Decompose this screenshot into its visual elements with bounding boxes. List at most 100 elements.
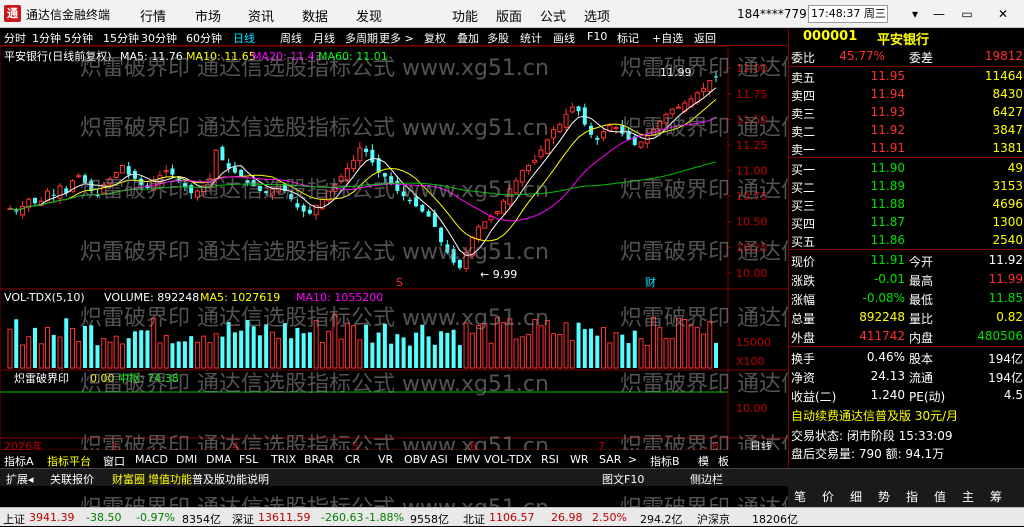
ext-tab-3[interactable]: 增值功能	[148, 471, 192, 487]
indicator-tab-20[interactable]: 模	[698, 453, 709, 469]
menu-gongneng[interactable]: 功能	[452, 6, 478, 25]
menu-faxian[interactable]: 发现	[356, 6, 382, 25]
bz-index-label[interactable]: 北证	[463, 511, 485, 527]
quote-tab-6[interactable]: 主	[962, 488, 974, 505]
indicator-tab-9[interactable]: CR	[345, 453, 360, 466]
vol-bar	[701, 333, 707, 369]
minimize-icon[interactable]: —	[928, 4, 950, 24]
indicator-tab-5[interactable]: DMA	[206, 453, 232, 466]
toolbar-item-8[interactable]: 月线	[313, 30, 335, 46]
indicator-tab-15[interactable]: RSI	[541, 453, 559, 466]
indicator-tab-10[interactable]: VR	[378, 453, 393, 466]
stock-code[interactable]: 000001	[803, 29, 857, 44]
vol-bar	[395, 334, 400, 368]
ext-tab-5[interactable]: 图文F10	[602, 471, 644, 487]
vol-label-1: MA5: 1027619	[200, 291, 280, 304]
toolbar-item-15[interactable]: 画线	[553, 30, 575, 46]
vol-bar	[501, 322, 507, 369]
quote-tab-1[interactable]: 价	[822, 488, 834, 505]
indicator-tab-2[interactable]: 窗口	[103, 453, 125, 469]
vol-bar	[688, 324, 694, 369]
indicator-tab-13[interactable]: EMV	[456, 453, 480, 466]
indicator-tab-16[interactable]: WR	[570, 453, 589, 466]
toolbar-item-11[interactable]: 复权	[424, 30, 446, 46]
menu-xuanxiang[interactable]: 选项	[584, 6, 610, 25]
toolbar-item-0[interactable]: 分时	[4, 30, 26, 46]
indicator-tab-6[interactable]: FSL	[239, 453, 258, 466]
toolbar-item-1[interactable]: 1分钟	[32, 30, 61, 46]
vol-bar	[213, 333, 219, 369]
ext-tab-4[interactable]: 普及版功能说明	[192, 471, 269, 487]
ext-tab-1[interactable]: 关联报价	[50, 471, 94, 487]
toolbar-item-16[interactable]: F10	[587, 30, 607, 43]
toolbar-item-6[interactable]: 日线	[233, 30, 255, 46]
toolbar-item-17[interactable]: 标记	[617, 30, 639, 46]
candle-body	[170, 168, 175, 175]
ask-label: 卖一	[791, 143, 816, 157]
quote-tab-3[interactable]: 势	[878, 488, 890, 505]
toolbar-item-4[interactable]: 30分钟	[141, 30, 177, 46]
ext-tab-0[interactable]: 扩展◂	[6, 471, 34, 487]
dropdown-icon[interactable]: ▾	[904, 4, 926, 24]
vol-bar	[220, 336, 225, 368]
toolbar-item-3[interactable]: 15分钟	[103, 30, 139, 46]
toolbar-item-18[interactable]: +自选	[652, 30, 683, 46]
candle-body	[501, 200, 507, 215]
toolbar-item-19[interactable]: 返回	[694, 30, 716, 46]
candle-body	[76, 175, 82, 178]
menu-shuju[interactable]: 数据	[302, 6, 328, 25]
kline-chart[interactable]: 12.00 11.75 11.50 11.25 11.00 10.75 10.50 10.25…	[0, 46, 788, 450]
vol-bar	[14, 319, 19, 368]
vol-bar	[507, 318, 513, 369]
indicator-tab-18[interactable]: >	[628, 453, 637, 466]
kline-chart-area[interactable]: 12.00 11.75 11.50 11.25 11.00 10.75 10.50 10.25…	[0, 46, 788, 450]
indicator-tab-11[interactable]: OBV	[404, 453, 427, 466]
stock-name[interactable]: 平安银行	[877, 29, 929, 48]
candle-body	[289, 194, 294, 200]
indicator-tab-0[interactable]: 指标A	[4, 453, 34, 469]
toolbar-item-2[interactable]: 5分钟	[64, 30, 93, 46]
indicator-tab-12[interactable]: ASI	[430, 453, 448, 466]
indicator-tab-4[interactable]: DMI	[176, 453, 197, 466]
quote-tab-0[interactable]: 笔	[794, 488, 806, 505]
toolbar-item-12[interactable]: 叠加	[457, 30, 479, 46]
toolbar-item-13[interactable]: 多股	[487, 30, 509, 46]
indicator-tab-3[interactable]: MACD	[135, 453, 168, 466]
indicator-tab-19[interactable]: 指标B	[650, 453, 680, 469]
combined-label: 沪深京	[697, 513, 730, 526]
toolbar-item-10[interactable]: 更多 >	[379, 30, 414, 46]
toolbar-item-9[interactable]: 多周期	[345, 30, 378, 46]
ask-volume: 3847	[992, 123, 1023, 137]
indicator-tab-14[interactable]: VOL-TDX	[484, 453, 532, 466]
account-label[interactable]: 184****7797	[737, 7, 814, 21]
indicator-tab-21[interactable]: 板	[718, 453, 729, 469]
vol-bar	[414, 332, 419, 368]
quote-tab-5[interactable]: 值	[934, 488, 946, 505]
toolbar-item-5[interactable]: 60分钟	[186, 30, 222, 46]
menu-banmian[interactable]: 版面	[496, 6, 522, 25]
quote-tab-4[interactable]: 指	[906, 488, 918, 505]
toolbar-item-7[interactable]: 周线	[280, 30, 302, 46]
quote-tab-2[interactable]: 细	[850, 488, 862, 505]
maximize-icon[interactable]: ▭	[956, 4, 978, 24]
menu-shichang[interactable]: 市场	[195, 6, 221, 25]
menu-hangqing[interactable]: 行情	[140, 6, 166, 25]
close-icon[interactable]: ✕	[992, 4, 1014, 24]
ext-tab-2[interactable]: 财富圈	[112, 471, 145, 487]
menu-zixun[interactable]: 资讯	[248, 6, 274, 25]
promo-banner[interactable]: 自动续费通达信普及版 30元/月	[791, 407, 958, 424]
menu-gongshi[interactable]: 公式	[540, 6, 566, 25]
stat-label: 涨跌	[791, 274, 816, 288]
vol-bar	[207, 342, 213, 369]
indicator-tab-7[interactable]: TRIX	[271, 453, 296, 466]
stat-value: -0.01	[873, 272, 905, 286]
ext-tab-6[interactable]: 侧边栏	[690, 471, 723, 487]
quote-tab-7[interactable]: 筹	[990, 488, 1002, 505]
sz-index-label[interactable]: 深证	[232, 511, 254, 527]
vol-bar	[451, 329, 456, 368]
indicator-tab-1[interactable]: 指标平台	[47, 453, 91, 469]
indicator-tab-8[interactable]: BRAR	[304, 453, 334, 466]
indicator-tab-17[interactable]: SAR	[599, 453, 621, 466]
sh-index-label[interactable]: 上证	[3, 511, 25, 527]
toolbar-item-14[interactable]: 统计	[520, 30, 542, 46]
